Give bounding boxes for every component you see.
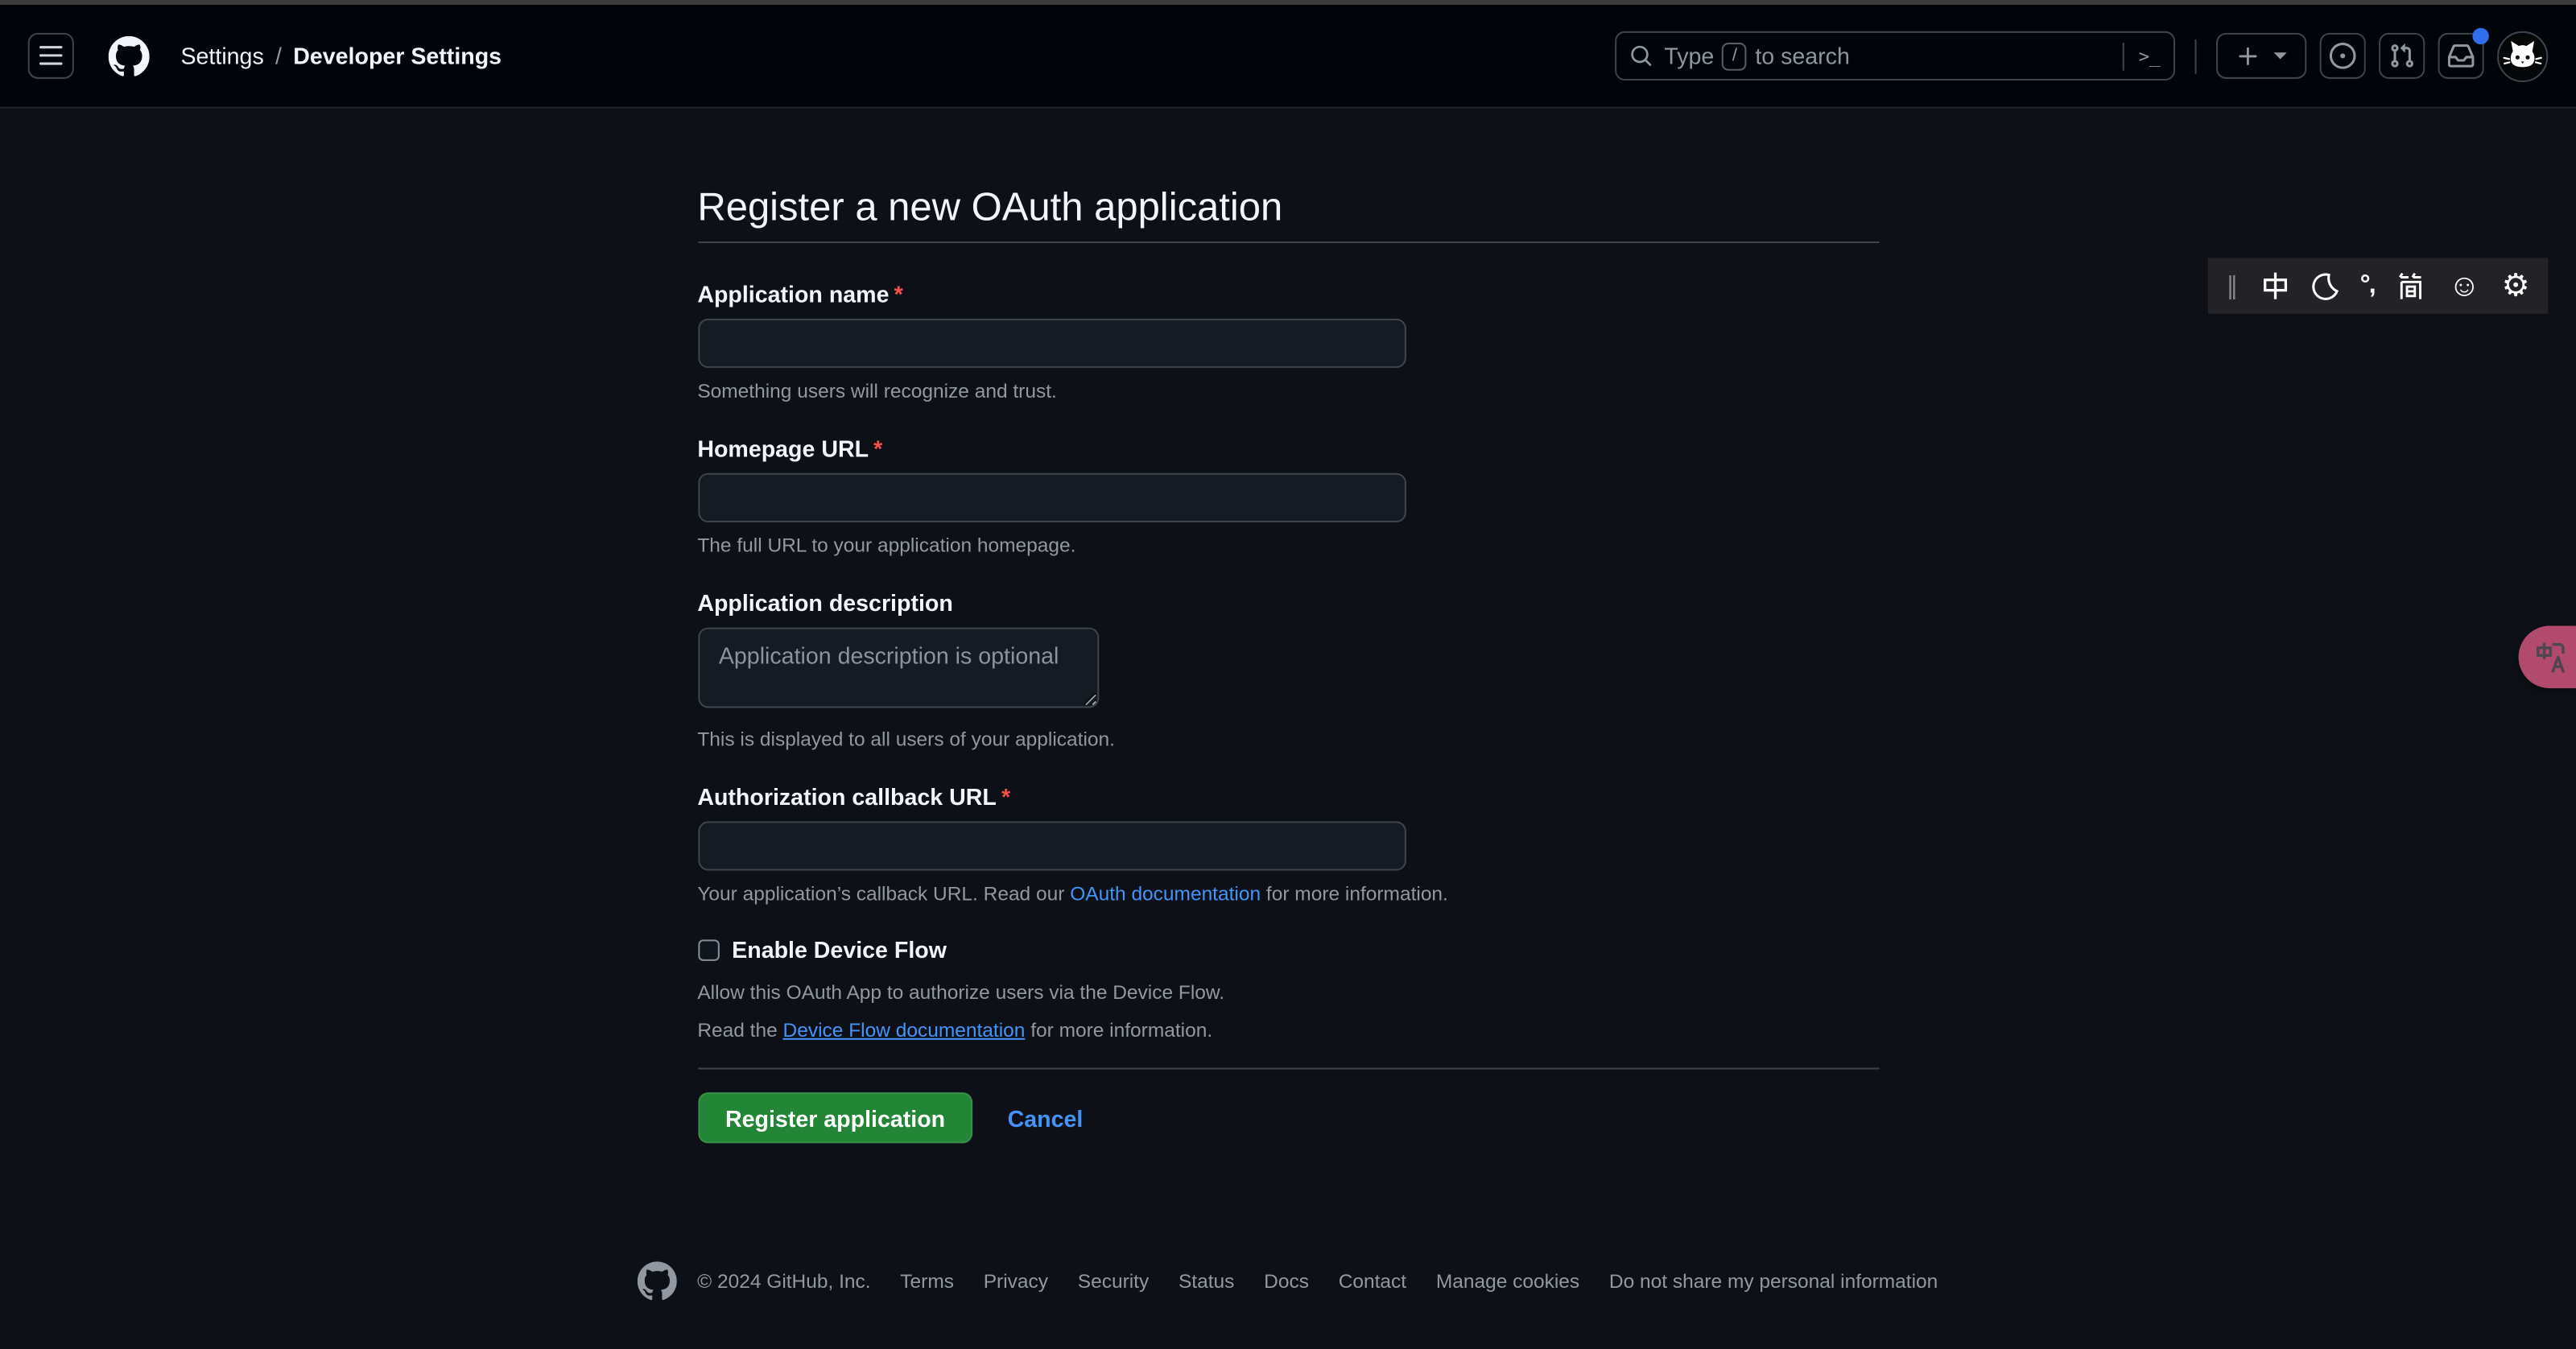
breadcrumb: Settings / Developer Settings [180,43,502,69]
callback-url-label: Authorization callback URL* [697,782,1878,811]
github-oauth-register-page: Settings / Developer Settings Type / to … [0,0,2576,1349]
ime-emoji-icon[interactable]: ☺ [2449,270,2481,302]
site-footer: © 2024 GitHub, Inc. Terms Privacy Securi… [0,1261,2576,1301]
footer-link-terms[interactable]: Terms [900,1270,954,1293]
required-asterisk: * [1001,783,1010,810]
ime-punctuation-icon[interactable]: °, [2360,273,2375,299]
search-placeholder: Type / to search [1664,42,1850,70]
pull-requests-button[interactable] [2379,33,2425,79]
footer-github-mark-icon[interactable] [638,1261,678,1301]
breadcrumb-developer-settings: Developer Settings [293,43,502,69]
device-flow-documentation-link[interactable]: Device Flow documentation [783,1018,1026,1042]
footer-link-security[interactable]: Security [1078,1270,1149,1293]
application-name-help: Something users will recognize and trust… [697,379,1878,402]
global-search-input[interactable]: Type / to search >_ [1615,31,2175,80]
callback-url-help: Your application’s callback URL. Read ou… [697,882,1878,906]
application-name-input[interactable] [697,319,1406,368]
oauth-documentation-link[interactable]: OAuth documentation [1070,882,1261,906]
footer-link-status[interactable]: Status [1179,1270,1234,1293]
main-content: Register a new OAuth application Applica… [697,184,1878,1144]
git-pull-request-icon [2388,43,2415,69]
header-divider [2195,39,2197,73]
breadcrumb-separator: / [275,43,282,69]
device-flow-checkbox[interactable] [697,939,719,960]
homepage-url-label: Homepage URL* [697,434,1878,464]
footer-copyright: © 2024 GitHub, Inc. [697,1270,870,1293]
register-application-button[interactable]: Register application [697,1092,972,1143]
search-icon [1629,44,1653,68]
device-flow-group: Enable Device Flow Allow this OAuth App … [697,936,1878,1042]
page-title: Register a new OAuth application [697,184,1878,233]
slash-key-hint: / [1723,42,1748,70]
issues-button[interactable] [2320,33,2366,79]
issue-opened-icon [2330,43,2356,69]
hamburger-menu-button[interactable] [28,33,74,79]
three-bars-icon [38,43,64,69]
application-name-label: Application name* [697,279,1878,309]
homepage-url-help: The full URL to your application homepag… [697,534,1878,557]
required-asterisk: * [894,281,903,307]
ime-simplified-chinese-icon[interactable] [2396,270,2427,302]
ime-half-full-width-moon-icon[interactable] [2310,272,2339,300]
create-new-button[interactable] [2216,33,2306,79]
ime-settings-gear-icon[interactable]: ⚙ [2502,270,2530,302]
form-divider [697,1068,1878,1070]
breadcrumb-settings[interactable]: Settings [180,43,263,69]
footer-link-docs[interactable]: Docs [1264,1270,1309,1293]
form-actions: Register application Cancel [697,1092,1878,1143]
plus-icon [2236,43,2261,68]
footer-link-manage-cookies[interactable]: Manage cookies [1436,1270,1579,1293]
footer-link-privacy[interactable]: Privacy [984,1270,1048,1293]
callback-url-input[interactable] [697,821,1406,870]
ime-drag-handle[interactable]: ∥ [2226,274,2238,299]
global-header: Settings / Developer Settings Type / to … [0,5,2576,109]
ime-toolbar[interactable]: ∥ °, ☺ ⚙ [2208,258,2548,313]
cat-avatar-icon [2499,32,2546,80]
footer-link-do-not-share[interactable]: Do not share my personal information [1609,1270,1938,1293]
device-flow-help: Allow this OAuth App to authorize users … [697,980,1878,1004]
homepage-url-group: Homepage URL* The full URL to your appli… [697,434,1878,557]
device-flow-label[interactable]: Enable Device Flow [732,936,947,963]
application-name-group: Application name* Something users will r… [697,279,1878,402]
caret-down-icon [2273,52,2286,59]
application-description-help: This is displayed to all users of your a… [697,728,1878,751]
search-divider [2122,42,2124,70]
callback-url-group: Authorization callback URL* Your applica… [697,782,1878,905]
inbox-icon [2448,43,2475,69]
device-flow-help-2: Read the Device Flow documentation for m… [697,1018,1878,1042]
application-description-textarea[interactable] [697,628,1098,708]
required-asterisk: * [873,435,882,462]
github-logo[interactable] [109,35,150,76]
footer-link-contact[interactable]: Contact [1339,1270,1406,1293]
application-description-group: Application description This is displaye… [697,588,1878,751]
github-mark-icon [109,35,150,76]
translate-icon [2533,640,2568,674]
cancel-link[interactable]: Cancel [1008,1104,1084,1131]
translate-pill-button[interactable] [2519,626,2576,689]
command-palette-icon[interactable]: >_ [2139,45,2161,67]
unread-notification-dot [2472,28,2488,44]
avatar[interactable] [2497,31,2548,81]
homepage-url-input[interactable] [697,473,1406,522]
ime-chinese-mode-icon[interactable] [2260,271,2289,301]
application-description-label: Application description [697,588,1878,618]
